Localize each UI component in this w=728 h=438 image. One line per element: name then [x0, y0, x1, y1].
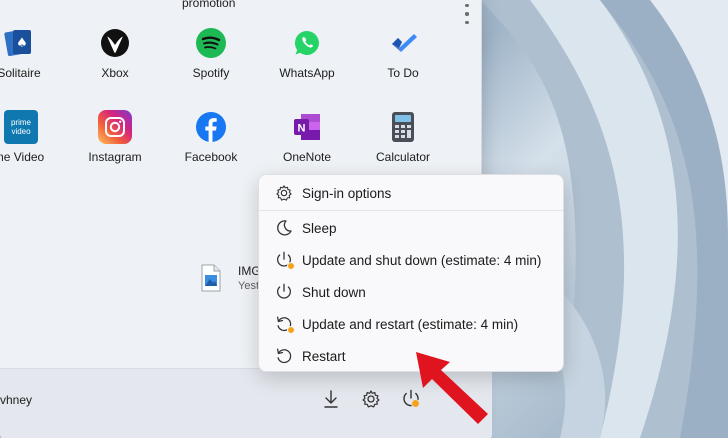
app-tile-todo[interactable]: To Do	[358, 26, 448, 80]
solitaire-icon: ♠	[2, 26, 36, 60]
app-label: To Do	[387, 66, 419, 80]
more-options-icon[interactable]	[462, 4, 472, 24]
menu-item-update-and-shut-down[interactable]: Update and shut down (estimate: 4 min)	[263, 245, 561, 275]
onenote-icon: N	[290, 110, 324, 144]
spotify-icon	[194, 26, 228, 60]
menu-item-label: Sign-in options	[302, 185, 392, 201]
menu-item-label: Update and restart (estimate: 4 min)	[302, 316, 519, 332]
restart-icon	[273, 345, 295, 367]
settings-icon[interactable]	[360, 388, 382, 410]
recent-file-time: Yest	[238, 280, 260, 292]
xbox-icon	[98, 26, 132, 60]
annotation-arrow-icon	[416, 352, 488, 424]
user-account-name[interactable]: vhney	[0, 393, 32, 407]
power-icon	[273, 281, 295, 303]
app-tile-whatsapp[interactable]: WhatsApp	[262, 26, 352, 80]
power-update-icon	[273, 249, 295, 271]
app-tile-solitaire[interactable]: ♠ Solitaire	[0, 26, 64, 80]
menu-divider	[259, 210, 563, 211]
menu-item-label: Restart	[302, 348, 346, 364]
facebook-icon	[194, 110, 228, 144]
todo-icon	[386, 26, 420, 60]
app-label: Solitaire	[0, 66, 41, 80]
app-tile-facebook[interactable]: Facebook	[166, 110, 256, 164]
menu-item-label: Sleep	[302, 220, 337, 236]
app-tile-calculator[interactable]: Calculator	[358, 110, 448, 164]
app-label: Calculator	[375, 150, 431, 164]
promotion-label: promotion	[182, 0, 236, 10]
calculator-icon	[386, 110, 420, 144]
app-label: Xbox	[101, 66, 129, 80]
menu-item-shut-down[interactable]: Shut down	[263, 277, 561, 307]
app-label: Spotify	[192, 66, 230, 80]
svg-text:N: N	[298, 123, 306, 135]
restart-update-icon	[273, 313, 295, 335]
whatsapp-icon	[290, 26, 324, 60]
svg-text:♠: ♠	[16, 36, 28, 51]
app-tile-onenote[interactable]: N OneNote	[262, 110, 352, 164]
instagram-icon	[98, 110, 132, 144]
app-label: Instagram	[88, 150, 142, 164]
menu-item-sign-in-options[interactable]: Sign-in options	[263, 178, 561, 208]
moon-icon	[273, 217, 295, 239]
power-options-menu: Sign-in options Sleep Update and shut do…	[258, 174, 564, 372]
app-label: me Video	[0, 150, 45, 164]
app-label: OneNote	[282, 150, 332, 164]
menu-item-sleep[interactable]: Sleep	[263, 213, 561, 243]
menu-item-label: Update and shut down (estimate: 4 min)	[302, 252, 542, 268]
downloads-icon[interactable]	[320, 388, 342, 410]
app-label: WhatsApp	[279, 66, 335, 80]
menu-item-label: Shut down	[302, 284, 366, 300]
menu-item-update-and-restart[interactable]: Update and restart (estimate: 4 min)	[263, 309, 561, 339]
gear-icon	[273, 182, 295, 204]
prime-video-icon: prime video	[4, 110, 38, 144]
app-label: Facebook	[184, 150, 238, 164]
image-file-icon	[201, 264, 221, 292]
app-tile-spotify[interactable]: Spotify	[166, 26, 256, 80]
app-tile-instagram[interactable]: Instagram	[70, 110, 160, 164]
app-tile-xbox[interactable]: Xbox	[70, 26, 160, 80]
app-tile-prime-video[interactable]: prime video me Video	[0, 110, 64, 164]
prime-video-logo-text: prime video	[10, 118, 31, 136]
